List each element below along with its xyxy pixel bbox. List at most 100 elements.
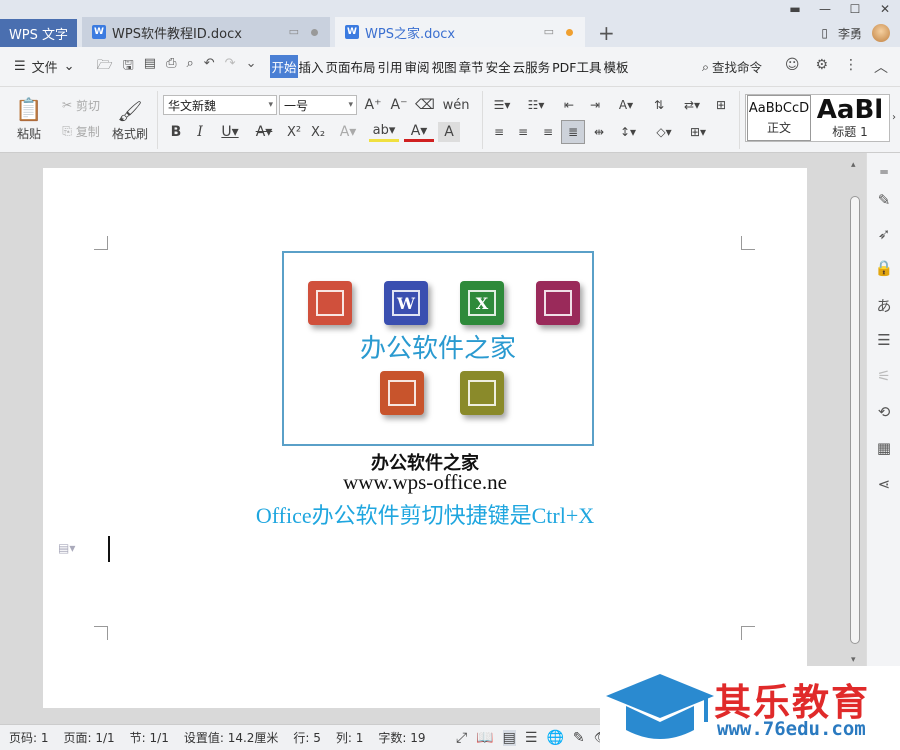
tab-insert[interactable]: 插入 xyxy=(298,55,325,78)
web-view-icon[interactable]: 🌐 xyxy=(546,730,563,746)
tab-page-layout[interactable]: 页面布局 xyxy=(325,55,377,78)
bullet-list-icon[interactable]: ☰▾ xyxy=(488,95,516,115)
pointer-icon[interactable]: ➶ xyxy=(867,225,900,243)
export-pdf-icon[interactable]: ▤ xyxy=(144,56,156,78)
tab-section[interactable]: 章节 xyxy=(458,55,485,78)
status-section[interactable]: 节: 1/1 xyxy=(130,729,169,746)
more-icon[interactable]: ⋮ xyxy=(844,57,858,77)
print-preview-icon[interactable]: ⌕ xyxy=(186,56,193,78)
pen-icon[interactable]: ✎ xyxy=(867,191,900,209)
subscript-button[interactable]: X₂ xyxy=(307,122,329,142)
chevron-right-icon[interactable]: › xyxy=(889,107,899,127)
font-color-button[interactable]: A▾ xyxy=(404,122,434,142)
history-icon[interactable]: ⟲ xyxy=(867,403,900,421)
border-icon[interactable]: ⊞▾ xyxy=(684,122,712,142)
paragraph-marks-icon[interactable]: ⇄▾ xyxy=(678,95,706,115)
minimize-button[interactable]: — xyxy=(810,0,840,18)
tab-references[interactable]: 引用 xyxy=(377,55,404,78)
tablet-mode-icon[interactable]: ▯ xyxy=(821,26,828,40)
status-pages[interactable]: 页面: 1/1 xyxy=(64,729,115,746)
style-normal[interactable]: AaBbCcD 正文 xyxy=(747,95,811,141)
translate-icon[interactable]: あ xyxy=(867,295,900,316)
phonetic-guide-icon[interactable]: wén xyxy=(442,95,470,115)
underline-button[interactable]: U▾ xyxy=(214,122,246,142)
maximize-button[interactable]: ☐ xyxy=(840,0,870,18)
tab-pdf-tools[interactable]: PDF工具 xyxy=(551,55,602,78)
increase-indent-icon[interactable]: ⇥ xyxy=(584,95,606,115)
numbered-list-icon[interactable]: ☷▾ xyxy=(522,95,550,115)
text-effect-button[interactable]: A▾ xyxy=(334,122,362,142)
user-name[interactable]: 李勇 xyxy=(838,25,862,42)
reading-view-icon[interactable]: 📖 xyxy=(476,730,493,746)
gear-icon[interactable]: ⚙ xyxy=(815,57,828,77)
scroll-down-icon[interactable]: ▾ xyxy=(851,655,856,665)
font-size-select[interactable]: 一号 xyxy=(279,95,357,115)
screen-icon[interactable]: ▭ xyxy=(289,25,299,38)
italic-button[interactable]: I xyxy=(190,122,210,142)
outline-view-icon[interactable]: ☰ xyxy=(525,730,538,746)
format-painter-button[interactable]: 🖌 格式刷 xyxy=(108,93,152,147)
feedback-icon[interactable]: ☺ xyxy=(785,57,800,77)
copy-button[interactable]: ⎘ 复制 xyxy=(56,121,106,141)
strikethrough-button[interactable]: A▾ xyxy=(250,122,278,142)
find-command-button[interactable]: ⌕ 查找命令 xyxy=(702,57,762,76)
paragraph-handle-icon[interactable]: ▤▾ xyxy=(58,541,75,555)
unsaved-dot[interactable] xyxy=(566,29,573,36)
app-tab[interactable]: WPS 文字 xyxy=(0,19,77,47)
line-spacing-icon[interactable]: ↕▾ xyxy=(614,122,642,142)
new-tab-button[interactable]: + xyxy=(598,21,615,45)
document-tab-2[interactable]: W WPS之家.docx ▭ xyxy=(335,17,585,47)
document-tab-1[interactable]: W WPS软件教程ID.docx ▭ xyxy=(82,17,330,47)
status-word-count[interactable]: 字数: 19 xyxy=(378,729,425,746)
collapse-ribbon-icon[interactable]: ︿ xyxy=(874,57,888,77)
outline-icon[interactable]: ☰ xyxy=(867,331,900,349)
open-folder-icon[interactable]: 🗁 xyxy=(97,56,113,78)
shading-icon[interactable]: ◇▾ xyxy=(650,122,678,142)
status-column[interactable]: 列: 1 xyxy=(336,729,364,746)
grow-font-icon[interactable]: A⁺ xyxy=(362,95,384,115)
show-hide-icon[interactable]: ⊞ xyxy=(710,95,732,115)
sort-icon[interactable]: ⇅ xyxy=(648,95,670,115)
shrink-font-icon[interactable]: A⁻ xyxy=(388,95,410,115)
document-page[interactable]: W X 办公软件之家 办公软件之家 www.wps-office.ne Offi… xyxy=(43,168,807,708)
scrollbar-thumb[interactable] xyxy=(850,196,860,644)
page-view-icon[interactable]: ▤ xyxy=(502,729,516,746)
text-direction-icon[interactable]: A▾ xyxy=(612,95,640,115)
chevron-down-icon[interactable]: ⌄ xyxy=(246,56,257,78)
status-page-number[interactable]: 页码: 1 xyxy=(9,729,49,746)
decrease-indent-icon[interactable]: ⇤ xyxy=(558,95,580,115)
redo-icon[interactable]: ↷ xyxy=(225,56,236,78)
justify-icon[interactable]: ≣ xyxy=(561,120,585,144)
status-row[interactable]: 行: 5 xyxy=(293,729,321,746)
undo-icon[interactable]: ↶ xyxy=(204,56,215,78)
scroll-up-icon[interactable]: ▴ xyxy=(851,160,856,170)
tab-home[interactable]: 开始 xyxy=(270,55,298,78)
vertical-scrollbar[interactable]: ▴ ▾ xyxy=(848,160,862,665)
fullscreen-icon[interactable]: ⤢ xyxy=(456,730,467,746)
skin-icon[interactable]: ▬ xyxy=(780,0,810,18)
share-icon[interactable]: ⋖ xyxy=(867,475,900,493)
align-right-icon[interactable]: ≡ xyxy=(537,122,559,142)
screen-icon[interactable]: ▭ xyxy=(544,25,554,38)
adjust-icon[interactable]: ⚟ xyxy=(867,367,900,385)
paste-button[interactable]: 📋 粘贴 xyxy=(8,93,50,147)
cut-button[interactable]: ✂ 剪切 xyxy=(56,95,106,115)
lock-icon[interactable]: 🔒 xyxy=(867,259,900,277)
distributed-icon[interactable]: ⇹ xyxy=(588,122,610,142)
eraser-icon[interactable]: ⌫ xyxy=(414,95,436,115)
align-center-icon[interactable]: ≡ xyxy=(512,122,534,142)
status-setting[interactable]: 设置值: 14.2厘米 xyxy=(184,729,279,746)
file-menu-button[interactable]: ☰ 文件 ⌄ xyxy=(14,57,75,76)
highlight-button[interactable]: ab▾ xyxy=(369,122,399,142)
avatar[interactable] xyxy=(872,24,890,42)
char-shading-button[interactable]: A xyxy=(438,122,460,142)
tab-close-dot[interactable] xyxy=(311,29,318,36)
tab-templates[interactable]: 模板 xyxy=(602,55,629,78)
tab-review[interactable]: 审阅 xyxy=(404,55,431,78)
style-heading-1[interactable]: AaBl 标题 1 xyxy=(812,95,888,141)
superscript-button[interactable]: X² xyxy=(283,122,305,142)
font-name-select[interactable]: 华文新魏 xyxy=(163,95,277,115)
logo-image[interactable]: W X 办公软件之家 xyxy=(282,251,594,446)
tab-view[interactable]: 视图 xyxy=(431,55,458,78)
save-icon[interactable]: 🖫 xyxy=(123,56,134,78)
